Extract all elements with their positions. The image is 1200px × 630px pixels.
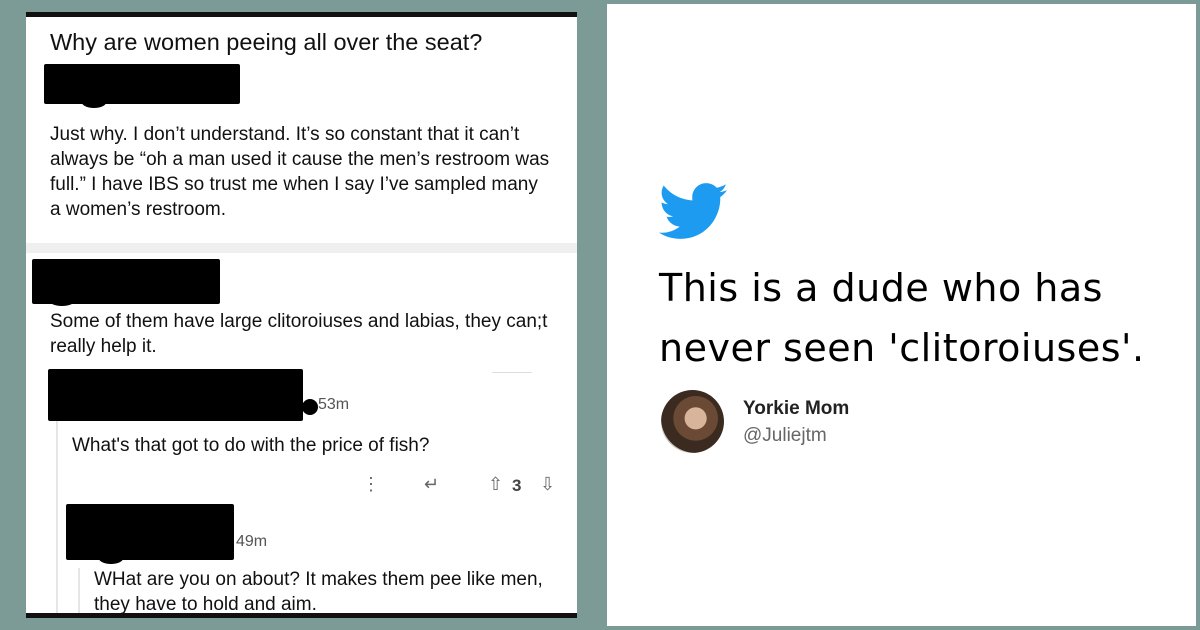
comment-body: Some of them have large clitoroiuses and… — [50, 311, 548, 357]
redacted-username — [66, 504, 234, 560]
author-handle[interactable]: @Juliejtm — [743, 425, 827, 447]
redacted-avatar — [81, 94, 107, 108]
redacted-username — [44, 64, 240, 104]
more-options-icon[interactable]: ⋮ — [362, 474, 380, 495]
tweet-text: This is a dude who has never seen 'clito… — [659, 266, 1145, 370]
comment-body: What's that got to do with the price of … — [72, 435, 430, 456]
upvote-icon[interactable]: ⇧ — [488, 474, 503, 495]
comment-timestamp: 49m — [236, 533, 268, 550]
avatar[interactable] — [661, 390, 724, 453]
reddit-thread: Why are women peeing all over the seat? … — [26, 12, 577, 618]
redacted-avatar — [98, 550, 124, 564]
reddit-screenshot-panel: Why are women peeing all over the seat? … — [0, 0, 603, 630]
thread-line — [56, 412, 58, 618]
redacted-avatar — [302, 399, 318, 415]
redacted-avatar — [48, 292, 76, 306]
downvote-icon[interactable]: ⇩ — [540, 474, 555, 495]
post-body: Just why. I don’t understand. It’s so co… — [50, 124, 550, 220]
comment-timestamp: 53m — [318, 396, 350, 413]
bottom-border — [26, 613, 577, 618]
redacted-username — [48, 369, 303, 421]
thread-line — [78, 568, 80, 618]
author-name[interactable]: Yorkie Mom — [743, 398, 849, 420]
comment-body: WHat are you on about? It makes them pee… — [94, 569, 543, 615]
vote-count: 3 — [512, 476, 522, 495]
top-border — [26, 12, 577, 17]
twitter-bird-icon — [659, 183, 728, 239]
faint-rule — [492, 372, 532, 373]
comment-actions: ⋮ ↵ ⇧ 3 ⇩ — [362, 474, 572, 502]
reply-icon[interactable]: ↵ — [424, 474, 439, 495]
tweet-card: This is a dude who has never seen 'clito… — [607, 4, 1196, 626]
post-title: Why are women peeing all over the seat? — [50, 29, 483, 55]
tweet-panel: This is a dude who has never seen 'clito… — [603, 0, 1200, 630]
section-divider — [26, 243, 577, 253]
